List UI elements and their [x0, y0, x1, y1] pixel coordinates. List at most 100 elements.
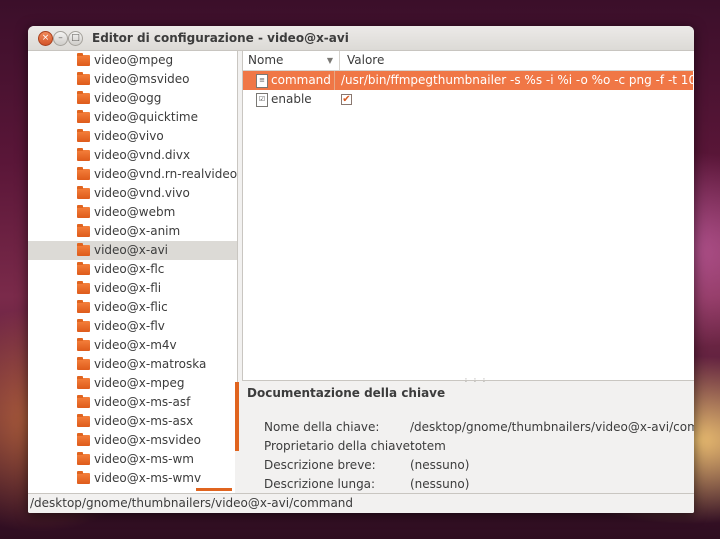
folder-icon	[77, 91, 90, 104]
status-path: /desktop/gnome/thumbnailers/video@x-avi/…	[30, 496, 354, 510]
folder-icon	[77, 338, 90, 351]
enable-checkbox[interactable]: ✔	[341, 94, 352, 105]
column-header-name[interactable]: Nome ▼	[243, 51, 340, 71]
folder-icon	[77, 319, 90, 332]
tree-item-label: video@quicktime	[94, 110, 198, 124]
tree-item-label: video@x-flic	[94, 300, 168, 314]
tree-item[interactable]: video@x-ms-wm	[28, 450, 237, 469]
minimize-button[interactable]: –	[53, 31, 68, 46]
folder-icon	[77, 110, 90, 123]
key-documentation-panel: Documentazione della chiave Nome della c…	[235, 382, 694, 493]
tree-item[interactable]: video@quicktime	[28, 108, 237, 127]
folder-icon	[77, 452, 90, 465]
doc-value-short-desc: (nessuno)	[410, 458, 470, 472]
tree-item-label: video@vnd.divx	[94, 148, 191, 162]
tree-item-label: video@x-ms-asx	[94, 414, 194, 428]
close-button[interactable]: ×	[38, 31, 53, 46]
folder-icon	[77, 148, 90, 161]
maximize-button[interactable]: □	[68, 31, 83, 46]
folder-icon	[77, 357, 90, 370]
folder-icon	[77, 376, 90, 389]
tree-item[interactable]: video@msvideo	[28, 70, 237, 89]
doc-value-owner: totem	[410, 439, 446, 453]
key-row-enable[interactable]: ☑ enable ✔	[243, 90, 693, 109]
tree-item[interactable]: video@x-msvideo	[28, 431, 237, 450]
tree-item[interactable]: video@x-avi	[28, 241, 237, 260]
tree-item[interactable]: video@x-flic	[28, 298, 237, 317]
tree-item-label: video@vnd.vivo	[94, 186, 190, 200]
folder-icon	[77, 395, 90, 408]
tree-item[interactable]: video@x-mpeg	[28, 374, 237, 393]
folder-icon	[77, 471, 90, 484]
directory-tree[interactable]: video@mpeg video@msvideo video@ogg video@qu…	[28, 51, 238, 493]
keys-list[interactable]: Nome ▼ Valore ≡ command /usr/bin/ffmpegt…	[242, 51, 694, 381]
doc-label-long-desc: Descrizione lunga:	[264, 477, 376, 491]
tree-item-label: video@x-flc	[94, 262, 165, 276]
doc-value-key-name: /desktop/gnome/thumbnailers/video@x-avi/…	[410, 420, 694, 434]
tree-item-label: video@x-avi	[94, 243, 168, 257]
tree-item-label: video@x-ms-wm	[94, 452, 194, 466]
folder-icon	[77, 414, 90, 427]
doc-label-owner: Proprietario della chiave:	[264, 439, 415, 453]
statusbar: /desktop/gnome/thumbnailers/video@x-avi/…	[28, 493, 694, 513]
folder-icon	[77, 262, 90, 275]
tree-item[interactable]: video@x-ms-wmv	[28, 469, 237, 488]
folder-icon	[77, 300, 90, 313]
key-value[interactable]: /usr/bin/ffmpegthumbnailer -s %s -i %i -…	[341, 73, 694, 87]
config-editor-window: × – □ Editor di configurazione - video@x…	[28, 26, 694, 513]
tree-item-label: video@x-fli	[94, 281, 162, 295]
folder-icon	[77, 53, 90, 66]
folder-icon	[77, 129, 90, 142]
key-name: command	[271, 73, 331, 87]
doc-value-long-desc: (nessuno)	[410, 477, 470, 491]
tree-item-label: video@x-msvideo	[94, 433, 201, 447]
tree-item[interactable]: video@x-flv	[28, 317, 237, 336]
tree-item[interactable]: video@vnd.rn-realvideo	[28, 165, 237, 184]
tree-item[interactable]: video@x-ms-asf	[28, 393, 237, 412]
tree-item-label: video@mpeg	[94, 53, 174, 67]
tree-item-label: video@msvideo	[94, 72, 190, 86]
tree-item-label: video@x-ms-asf	[94, 395, 191, 409]
tree-item-label: video@x-anim	[94, 224, 181, 238]
tree-item[interactable]: video@x-matroska	[28, 355, 237, 374]
folder-icon	[77, 243, 90, 256]
tree-item[interactable]: video@mpeg	[28, 51, 237, 70]
key-row-command[interactable]: ≡ command /usr/bin/ffmpegthumbnailer -s …	[243, 71, 694, 90]
tree-item[interactable]: video@x-m4v	[28, 336, 237, 355]
tree-item-label: video@webm	[94, 205, 176, 219]
tree-item-label: video@x-flv	[94, 319, 165, 333]
tree-item[interactable]: video@x-flc	[28, 260, 237, 279]
sort-down-icon: ▼	[326, 56, 333, 65]
string-key-icon: ≡	[256, 74, 268, 88]
tree-item[interactable]: video@x-fli	[28, 279, 237, 298]
tree-item-label: video@x-mpeg	[94, 376, 185, 390]
tree-scroll-indicator[interactable]	[196, 488, 232, 491]
tree-item-label: video@x-ms-wmv	[94, 471, 202, 485]
column-divider	[334, 71, 335, 90]
doc-label-key-name: Nome della chiave:	[264, 420, 380, 434]
titlebar[interactable]: × – □ Editor di configurazione - video@x…	[28, 26, 694, 51]
column-header-value-label: Valore	[347, 53, 385, 67]
folder-icon	[77, 72, 90, 85]
tree-item-label: video@vnd.rn-realvideo	[94, 167, 238, 181]
column-header-value[interactable]: Valore	[340, 51, 694, 71]
tree-item[interactable]: video@x-ms-asx	[28, 412, 237, 431]
doc-title: Documentazione della chiave	[247, 386, 446, 400]
folder-icon	[77, 167, 90, 180]
folder-icon	[77, 433, 90, 446]
folder-icon	[77, 186, 90, 199]
tree-item[interactable]: video@ogg	[28, 89, 237, 108]
folder-icon	[77, 224, 90, 237]
boolean-key-icon: ☑	[256, 93, 268, 107]
doc-label-short-desc: Descrizione breve:	[264, 458, 376, 472]
tree-item[interactable]: video@vnd.divx	[28, 146, 237, 165]
doc-accent-bar	[235, 382, 239, 451]
tree-item[interactable]: video@vnd.vivo	[28, 184, 237, 203]
key-name: enable	[271, 92, 312, 106]
window-title: Editor di configurazione - video@x-avi	[92, 31, 349, 45]
folder-icon	[77, 281, 90, 294]
tree-item-label: video@x-m4v	[94, 338, 177, 352]
tree-item[interactable]: video@x-anim	[28, 222, 237, 241]
tree-item[interactable]: video@webm	[28, 203, 237, 222]
tree-item[interactable]: video@vivo	[28, 127, 237, 146]
